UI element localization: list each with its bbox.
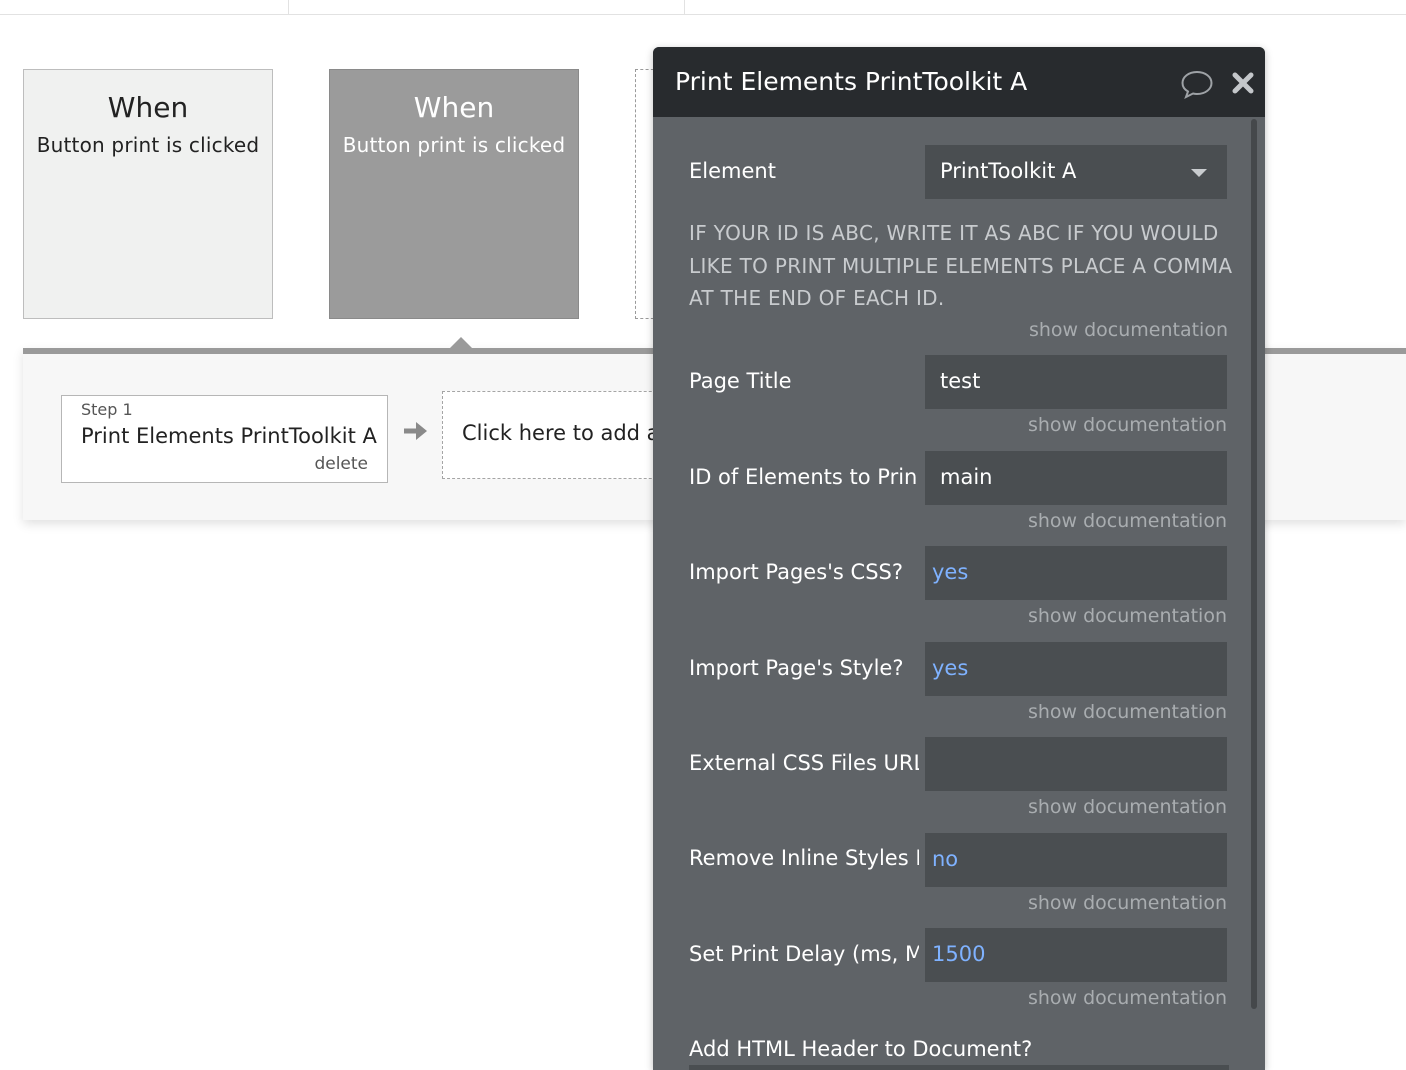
element-note: IF YOUR ID IS ABC, WRITE IT AS ABC IF YO…: [689, 221, 1233, 310]
remove-inline-styles-input[interactable]: no: [925, 833, 1227, 887]
show-documentation-link[interactable]: show documentation: [1028, 796, 1227, 818]
step-delete-link[interactable]: delete: [314, 454, 368, 474]
field-label-page-title: Page Title: [689, 369, 792, 393]
step-number-label: Step 1: [81, 400, 133, 419]
field-label-element-ids: ID of Elements to Prin: [689, 465, 918, 489]
workflow-step[interactable]: Step 1 Print Elements PrintToolkit A del…: [61, 395, 388, 483]
event-card[interactable]: When Button print is clicked: [23, 69, 273, 319]
add-html-header-input-top[interactable]: [689, 1065, 1229, 1070]
tab-separator: [288, 0, 289, 14]
event-when-label: When: [413, 91, 495, 124]
external-css-input[interactable]: [925, 737, 1227, 791]
import-css-value: yes: [932, 560, 969, 584]
remove-inline-styles-value: no: [932, 847, 959, 871]
event-description: Button print is clicked: [36, 133, 260, 157]
page-title-value: test: [940, 369, 981, 393]
element-dropdown[interactable]: PrintToolkit A: [925, 145, 1227, 199]
property-editor: Print Elements PrintToolkit A Element Pr…: [653, 47, 1265, 1070]
field-label-print-delay: Set Print Delay (ms, M: [689, 942, 919, 966]
field-label-import-style: Import Page's Style?: [689, 656, 904, 680]
print-delay-value: 1500: [932, 942, 986, 966]
element-dropdown-value: PrintToolkit A: [940, 159, 1077, 183]
add-action-placeholder[interactable]: Click here to add ar: [442, 391, 682, 479]
element-ids-value: main: [940, 465, 993, 489]
page-title-input[interactable]: test: [925, 355, 1227, 409]
close-icon[interactable]: [1231, 71, 1255, 95]
event-card-selected[interactable]: When Button print is clicked: [329, 69, 579, 319]
field-label-import-css: Import Pages's CSS?: [689, 560, 904, 584]
print-delay-input[interactable]: 1500: [925, 928, 1227, 982]
import-css-input[interactable]: yes: [925, 546, 1227, 600]
add-action-label: Click here to add ar: [462, 421, 669, 445]
show-documentation-link[interactable]: show documentation: [1028, 510, 1227, 532]
import-style-value: yes: [932, 656, 969, 680]
scrollbar[interactable]: [1251, 119, 1257, 1009]
event-when-label: When: [107, 91, 189, 124]
arrow-right-icon: [404, 422, 427, 440]
event-description: Button print is clicked: [342, 133, 566, 157]
top-tab-strip: [0, 0, 1406, 15]
comment-icon[interactable]: [1180, 69, 1214, 99]
show-documentation-link[interactable]: show documentation: [1028, 987, 1227, 1009]
field-label-external-css: External CSS Files URL: [689, 751, 919, 775]
tab-separator: [684, 0, 685, 14]
show-documentation-link[interactable]: show documentation: [1029, 319, 1228, 341]
field-label-add-html-header: Add HTML Header to Document?: [689, 1037, 1033, 1061]
show-documentation-link[interactable]: show documentation: [1028, 701, 1227, 723]
show-documentation-link[interactable]: show documentation: [1028, 605, 1227, 627]
chevron-down-icon: [1191, 169, 1207, 177]
selected-event-pointer: [450, 337, 472, 348]
show-documentation-link[interactable]: show documentation: [1028, 892, 1227, 914]
editor-header: Print Elements PrintToolkit A: [653, 47, 1265, 117]
step-action-name: Print Elements PrintToolkit A: [81, 424, 377, 448]
editor-title: Print Elements PrintToolkit A: [675, 67, 1028, 96]
element-label: Element: [689, 159, 776, 183]
import-style-input[interactable]: yes: [925, 642, 1227, 696]
field-label-remove-inline-styles: Remove Inline Styles F: [689, 846, 919, 870]
element-ids-input[interactable]: main: [925, 451, 1227, 505]
show-documentation-link[interactable]: show documentation: [1028, 414, 1227, 436]
